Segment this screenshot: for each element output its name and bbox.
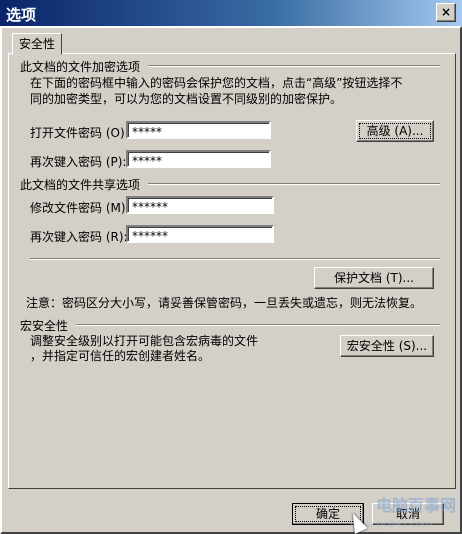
modify-confirm-input[interactable]: ******	[126, 225, 274, 243]
encrypt-desc-line2: 同的加密类型，可以为您的文档设置不同级别的加密保护。	[30, 92, 343, 106]
tab-security[interactable]: 安全性	[12, 33, 62, 55]
window-title: 选项	[6, 6, 37, 24]
share-heading: 此文档的文件共享选项	[20, 178, 141, 192]
open-confirm-input[interactable]: *****	[126, 150, 271, 168]
modify-confirm-label: 再次键入密码 (R):	[30, 230, 128, 244]
modify-password-label: 修改文件密码 (M):	[30, 201, 130, 215]
close-button[interactable]: ×	[436, 3, 456, 22]
open-password-input[interactable]: *****	[126, 121, 271, 139]
share-separator	[30, 258, 440, 260]
advanced-button[interactable]: 高级 (A)...	[356, 120, 434, 142]
password-note: 注意：密码区分大小写，请妥善保管密码，一旦丢失或遗忘，则无法恢复。	[26, 296, 423, 310]
encrypt-heading: 此文档的文件加密选项	[20, 60, 141, 74]
protect-document-button[interactable]: 保护文档 (T)...	[314, 267, 434, 289]
tab-security-label: 安全性	[18, 37, 55, 51]
open-confirm-label: 再次键入密码 (P):	[30, 155, 127, 169]
encrypt-divider	[148, 65, 440, 67]
title-bar: 选项 ×	[0, 0, 462, 26]
macro-divider	[76, 324, 440, 326]
macro-security-button[interactable]: 宏安全性 (S)...	[340, 335, 434, 357]
modify-password-input[interactable]: ******	[126, 196, 274, 214]
macro-desc-line2: ，并指定可信任的宏创建者姓名。	[30, 349, 211, 363]
share-divider	[148, 183, 440, 185]
open-password-label: 打开文件密码 (O):	[30, 126, 129, 140]
close-icon: ×	[440, 5, 452, 19]
watermark-logo: 电脑百事网	[375, 496, 456, 515]
encrypt-desc-line1: 在下面的密码框中输入的密码会保护您的文档，点击“高级”按钮选择不	[30, 76, 403, 90]
